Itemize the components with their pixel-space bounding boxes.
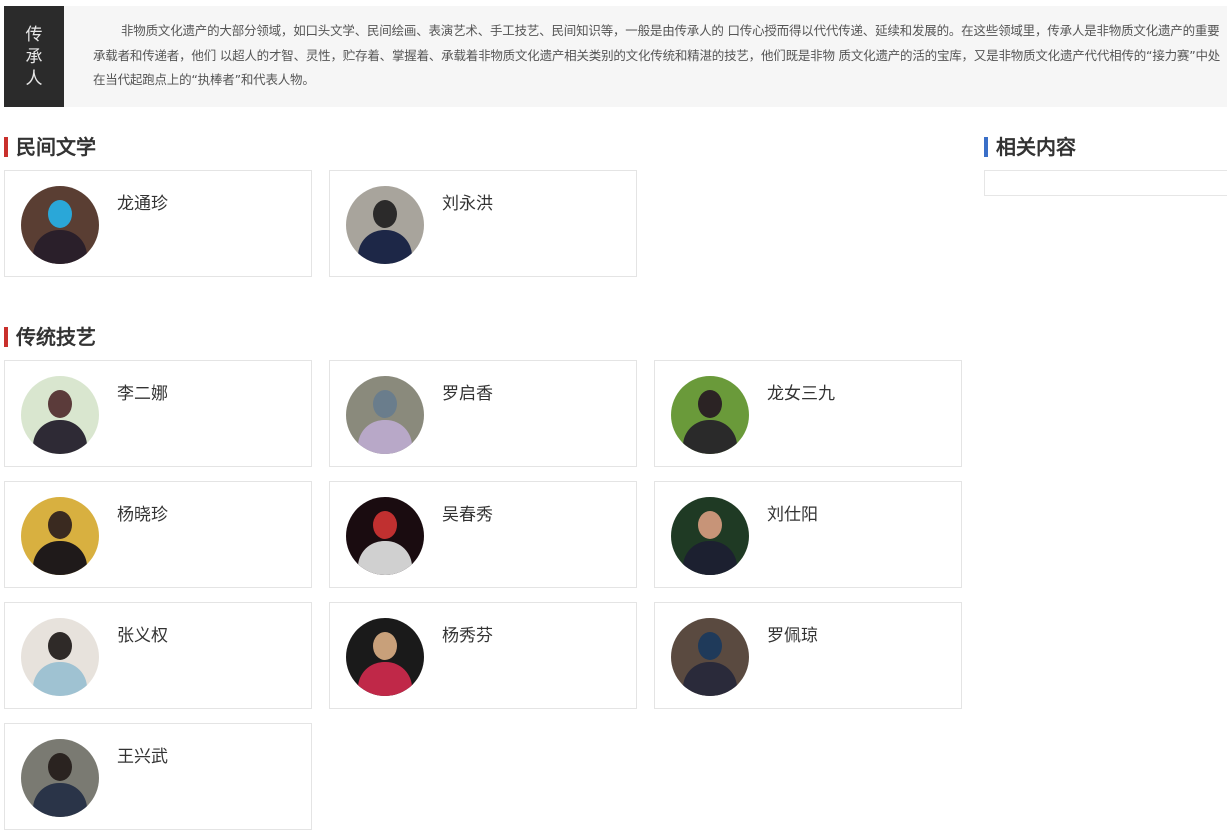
person-avatar[interactable]: [671, 376, 749, 454]
avatar-figure-head: [48, 632, 72, 660]
avatar-figure-head: [48, 200, 72, 228]
avatar-figure-head: [698, 632, 722, 660]
intro-text: 非物质文化遗产的大部分领域，如口头文学、民间绘画、表演艺术、手工技艺、民间知识等…: [93, 23, 1221, 87]
avatar-figure-head: [48, 511, 72, 539]
person-name[interactable]: 王兴武: [117, 742, 168, 767]
person-avatar[interactable]: [21, 739, 99, 817]
avatar-figure-body: [33, 541, 87, 575]
avatar-figure-body: [358, 420, 412, 454]
person-name[interactable]: 刘永洪: [442, 189, 493, 214]
person-card[interactable]: 杨晓珍: [4, 481, 312, 588]
person-card[interactable]: 刘永洪: [329, 170, 637, 277]
person-name[interactable]: 李二娜: [117, 379, 168, 404]
person-avatar[interactable]: [671, 618, 749, 696]
person-name[interactable]: 龙通珍: [117, 189, 168, 214]
person-card[interactable]: 王兴武: [4, 723, 312, 830]
avatar-figure-body: [33, 662, 87, 696]
person-name[interactable]: 张义权: [117, 621, 168, 646]
section-title-traditional-crafts: 传统技艺: [4, 326, 96, 348]
person-avatar[interactable]: [346, 497, 424, 575]
avatar-figure-head: [48, 390, 72, 418]
intro-panel: 传承人 非物质文化遗产的大部分领域，如口头文学、民间绘画、表演艺术、手工技艺、民…: [4, 6, 1227, 107]
person-card[interactable]: 龙通珍: [4, 170, 312, 277]
intro-label: 传承人: [4, 6, 64, 107]
avatar-figure-head: [48, 753, 72, 781]
avatar-figure-body: [33, 783, 87, 817]
person-name[interactable]: 龙女三九: [767, 379, 835, 404]
avatar-figure-head: [698, 390, 722, 418]
person-avatar[interactable]: [21, 618, 99, 696]
person-name[interactable]: 杨晓珍: [117, 500, 168, 525]
person-card[interactable]: 吴春秀: [329, 481, 637, 588]
person-name[interactable]: 杨秀芬: [442, 621, 493, 646]
section-title-folk-literature: 民间文学: [4, 136, 96, 158]
avatar-figure-head: [373, 632, 397, 660]
avatar-figure-body: [683, 541, 737, 575]
avatar-figure-body: [33, 230, 87, 264]
person-avatar[interactable]: [21, 186, 99, 264]
avatar-figure-body: [358, 230, 412, 264]
person-name[interactable]: 罗佩琼: [767, 621, 818, 646]
avatar-figure-body: [358, 541, 412, 575]
person-name[interactable]: 罗启香: [442, 379, 493, 404]
avatar-figure-head: [373, 390, 397, 418]
person-avatar[interactable]: [346, 618, 424, 696]
section-title-related-content: 相关内容: [984, 136, 1076, 158]
person-avatar[interactable]: [346, 186, 424, 264]
person-card[interactable]: 张义权: [4, 602, 312, 709]
person-card[interactable]: 龙女三九: [654, 360, 962, 467]
person-card[interactable]: 罗佩琼: [654, 602, 962, 709]
person-avatar[interactable]: [21, 376, 99, 454]
person-name[interactable]: 刘仕阳: [767, 500, 818, 525]
avatar-figure-body: [683, 420, 737, 454]
person-card[interactable]: 刘仕阳: [654, 481, 962, 588]
person-card[interactable]: 李二娜: [4, 360, 312, 467]
person-avatar[interactable]: [346, 376, 424, 454]
person-avatar[interactable]: [21, 497, 99, 575]
avatar-figure-body: [683, 662, 737, 696]
person-card[interactable]: 杨秀芬: [329, 602, 637, 709]
avatar-figure-body: [33, 420, 87, 454]
related-content-box: [984, 170, 1227, 196]
person-name[interactable]: 吴春秀: [442, 500, 493, 525]
person-card[interactable]: 罗启香: [329, 360, 637, 467]
avatar-figure-head: [373, 511, 397, 539]
avatar-figure-head: [698, 511, 722, 539]
avatar-figure-body: [358, 662, 412, 696]
person-avatar[interactable]: [671, 497, 749, 575]
avatar-figure-head: [373, 200, 397, 228]
